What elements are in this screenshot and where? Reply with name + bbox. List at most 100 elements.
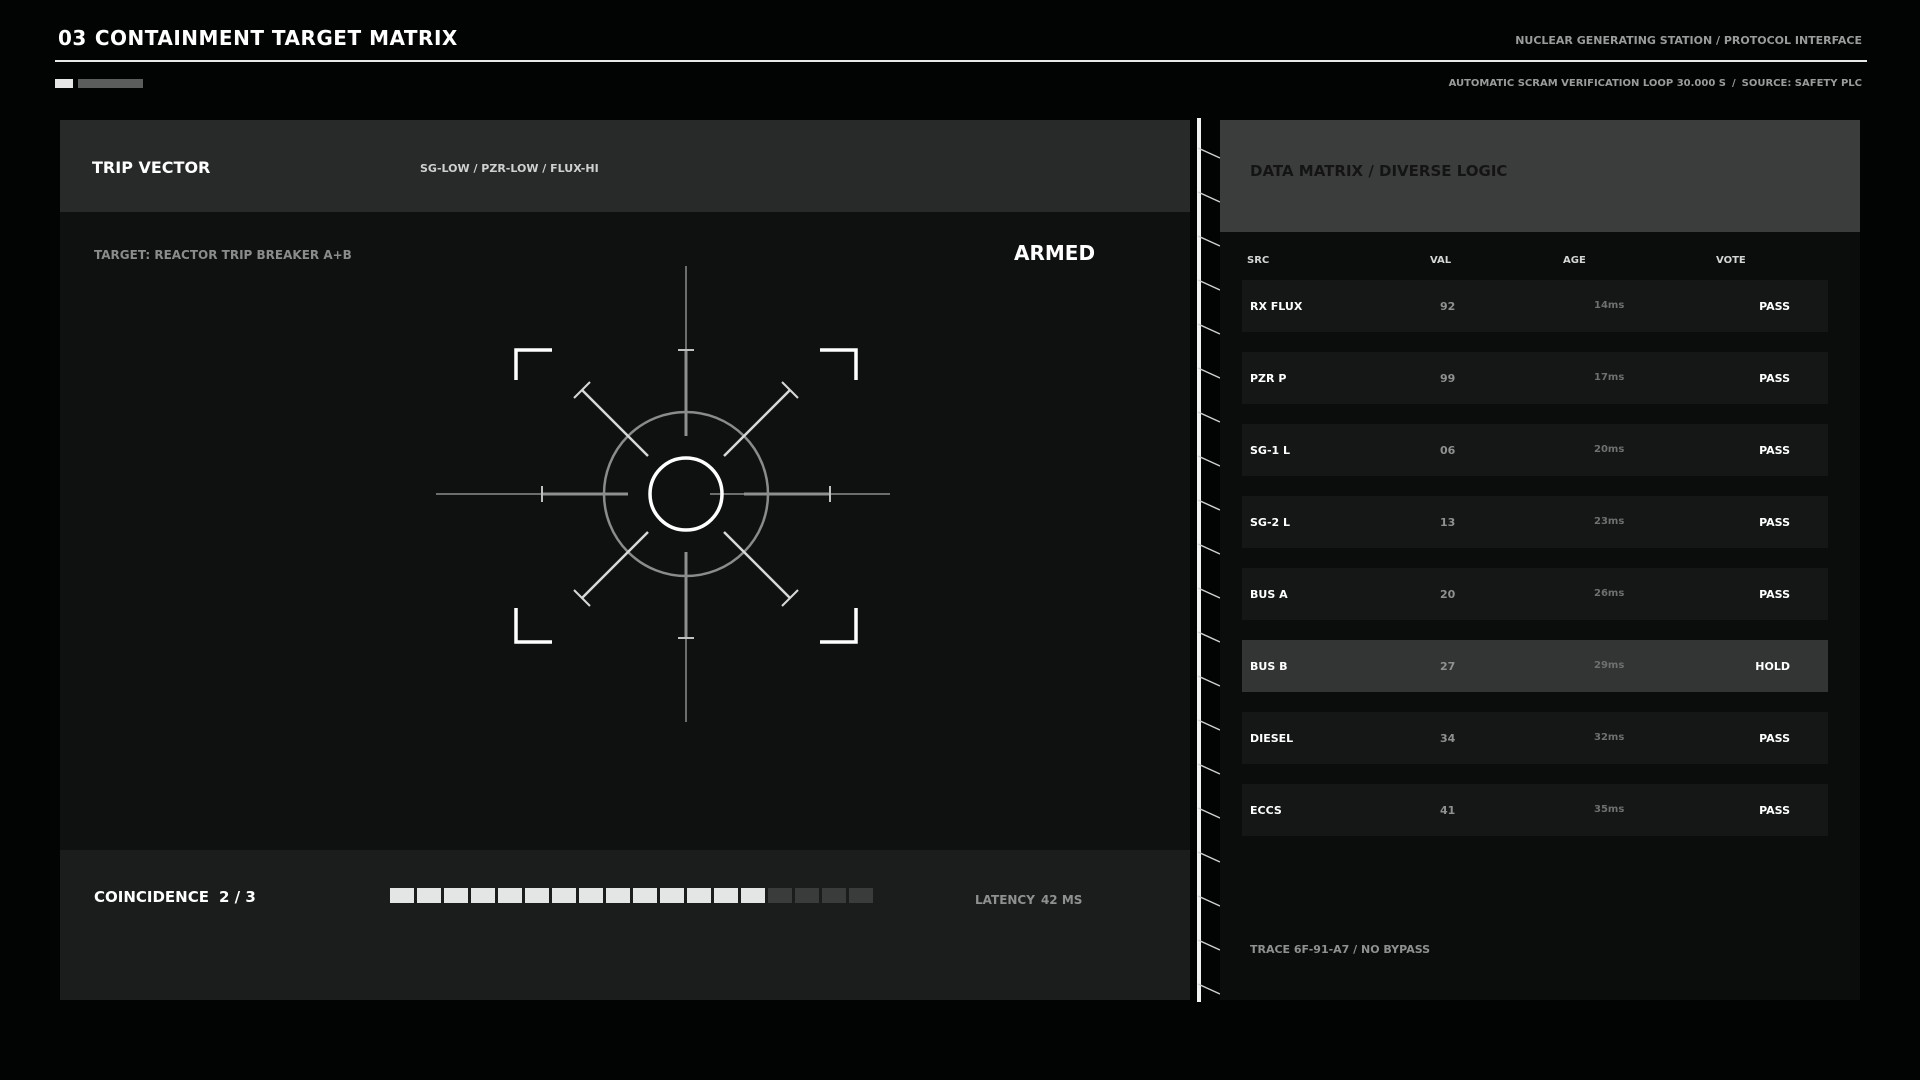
row-src: SG-1 L xyxy=(1250,444,1291,457)
meter-segment-unlit xyxy=(795,888,819,903)
matrix-row[interactable]: DIESEL 34 32ms PASS xyxy=(1242,712,1828,764)
matrix-row[interactable]: SG-2 L 13 23ms PASS xyxy=(1242,496,1828,548)
row-age: 14ms xyxy=(1594,300,1625,311)
divider-tick xyxy=(1197,983,1221,995)
row-src: BUS A xyxy=(1250,588,1288,601)
header-divider xyxy=(55,60,1867,62)
meter-segment-lit xyxy=(525,888,549,903)
source-info: SOURCE: SAFETY PLC xyxy=(1741,78,1862,89)
row-vote: PASS xyxy=(1759,300,1790,313)
meter-segment-lit xyxy=(390,888,414,903)
coincidence-title: COINCIDENCE xyxy=(94,888,209,906)
column-header-age: AGE xyxy=(1563,255,1586,266)
divider-tick xyxy=(1197,367,1221,379)
row-age: 20ms xyxy=(1594,444,1625,455)
page-title-text: CONTAINMENT TARGET MATRIX xyxy=(94,26,458,50)
matrix-row[interactable]: BUS A 20 26ms PASS xyxy=(1242,568,1828,620)
matrix-row[interactable]: SG-1 L 06 20ms PASS xyxy=(1242,424,1828,476)
meter-segment-lit xyxy=(687,888,711,903)
divider-tick xyxy=(1197,235,1221,247)
row-vote: HOLD xyxy=(1755,660,1790,673)
latency-label: LATENCY xyxy=(975,893,1035,907)
matrix-row-selected[interactable]: BUS B 27 29ms HOLD xyxy=(1242,640,1828,692)
row-vote: PASS xyxy=(1759,444,1790,457)
row-src: DIESEL xyxy=(1250,732,1294,745)
divider-tick xyxy=(1197,851,1221,863)
meter-segment-lit xyxy=(606,888,630,903)
divider-tick xyxy=(1197,279,1221,291)
armed-status: ARMED xyxy=(1014,241,1096,265)
meter-segment-lit xyxy=(660,888,684,903)
divider-ticks xyxy=(1197,147,1221,995)
trip-vector-panel: TRIP VECTOR SG-LOW / PZR-LOW / FLUX-HI T… xyxy=(60,120,1190,1000)
divider-tick xyxy=(1197,323,1221,335)
meter-segment-lit xyxy=(633,888,657,903)
divider-tick xyxy=(1197,895,1221,907)
trace-footer: TRACE 6F-91-A7 / NO BYPASS xyxy=(1250,943,1431,956)
row-src: BUS B xyxy=(1250,660,1288,673)
coincidence-label: COINCIDENCE 2 / 3 xyxy=(94,888,256,906)
divider-tick xyxy=(1197,455,1221,467)
row-val: 41 xyxy=(1440,804,1456,817)
meter-segment-unlit xyxy=(768,888,792,903)
matrix-row[interactable]: RX FLUX 92 14ms PASS xyxy=(1242,280,1828,332)
targeting-reticle xyxy=(436,266,890,722)
divider-tick xyxy=(1197,191,1221,203)
page-title: 03 CONTAINMENT TARGET MATRIX xyxy=(58,26,458,50)
header-indicator-active xyxy=(55,79,73,88)
column-header-vote: VOTE xyxy=(1716,255,1746,266)
data-matrix-header: DATA MATRIX / DIVERSE LOGIC xyxy=(1220,120,1860,232)
loop-info: AUTOMATIC SCRAM VERIFICATION LOOP 30.000… xyxy=(1448,78,1726,89)
divider-tick xyxy=(1197,631,1221,643)
row-age: 29ms xyxy=(1594,660,1625,671)
row-age: 35ms xyxy=(1594,804,1625,815)
divider-tick xyxy=(1197,939,1221,951)
header-indicator-idle xyxy=(78,79,143,88)
latency-readout: LATENCY 42 MS xyxy=(975,893,1082,907)
meter-segment-lit xyxy=(417,888,441,903)
row-val: 06 xyxy=(1440,444,1456,457)
system-label: NUCLEAR GENERATING STATION / PROTOCOL IN… xyxy=(1515,34,1862,47)
target-label: TARGET: REACTOR TRIP BREAKER A+B xyxy=(94,248,352,262)
meter-segment-lit xyxy=(552,888,576,903)
row-vote: PASS xyxy=(1759,372,1790,385)
row-val: 34 xyxy=(1440,732,1456,745)
row-age: 32ms xyxy=(1594,732,1625,743)
data-matrix-panel: DATA MATRIX / DIVERSE LOGIC SRC VAL AGE … xyxy=(1220,120,1860,1000)
meter-segment-lit xyxy=(444,888,468,903)
divider-tick xyxy=(1197,147,1221,159)
trip-codes: SG-LOW / PZR-LOW / FLUX-HI xyxy=(420,162,599,175)
column-header-src: SRC xyxy=(1247,255,1270,266)
meter-segment-unlit xyxy=(849,888,873,903)
trip-vector-bar: TRIP VECTOR SG-LOW / PZR-LOW / FLUX-HI xyxy=(60,120,1190,212)
page-number: 03 xyxy=(58,26,87,50)
meter-segment-unlit xyxy=(822,888,846,903)
coincidence-bar xyxy=(60,850,1190,1000)
divider-tick xyxy=(1197,411,1221,423)
meter-segment-lit xyxy=(498,888,522,903)
meter-segment-lit xyxy=(471,888,495,903)
header-meta: AUTOMATIC SCRAM VERIFICATION LOOP 30.000… xyxy=(1449,78,1862,89)
trip-vector-label: TRIP VECTOR xyxy=(92,158,211,177)
divider-tick xyxy=(1197,719,1221,731)
divider-tick xyxy=(1197,675,1221,687)
row-val: 99 xyxy=(1440,372,1456,385)
row-vote: PASS xyxy=(1759,588,1790,601)
row-age: 26ms xyxy=(1594,588,1625,599)
meter-segment-lit xyxy=(714,888,738,903)
row-age: 23ms xyxy=(1594,516,1625,527)
divider-tick xyxy=(1197,499,1221,511)
data-matrix-title: DATA MATRIX / DIVERSE LOGIC xyxy=(1250,162,1508,180)
row-src: PZR P xyxy=(1250,372,1287,385)
row-src: ECCS xyxy=(1250,804,1282,817)
meter-segment-lit xyxy=(741,888,765,903)
matrix-row[interactable]: PZR P 99 17ms PASS xyxy=(1242,352,1828,404)
divider-tick xyxy=(1197,543,1221,555)
column-header-val: VAL xyxy=(1430,255,1452,266)
row-val: 27 xyxy=(1440,660,1456,673)
row-val: 20 xyxy=(1440,588,1456,601)
matrix-row[interactable]: ECCS 41 35ms PASS xyxy=(1242,784,1828,836)
row-vote: PASS xyxy=(1759,732,1790,745)
divider-tick xyxy=(1197,587,1221,599)
meta-separator: / xyxy=(1731,78,1736,89)
